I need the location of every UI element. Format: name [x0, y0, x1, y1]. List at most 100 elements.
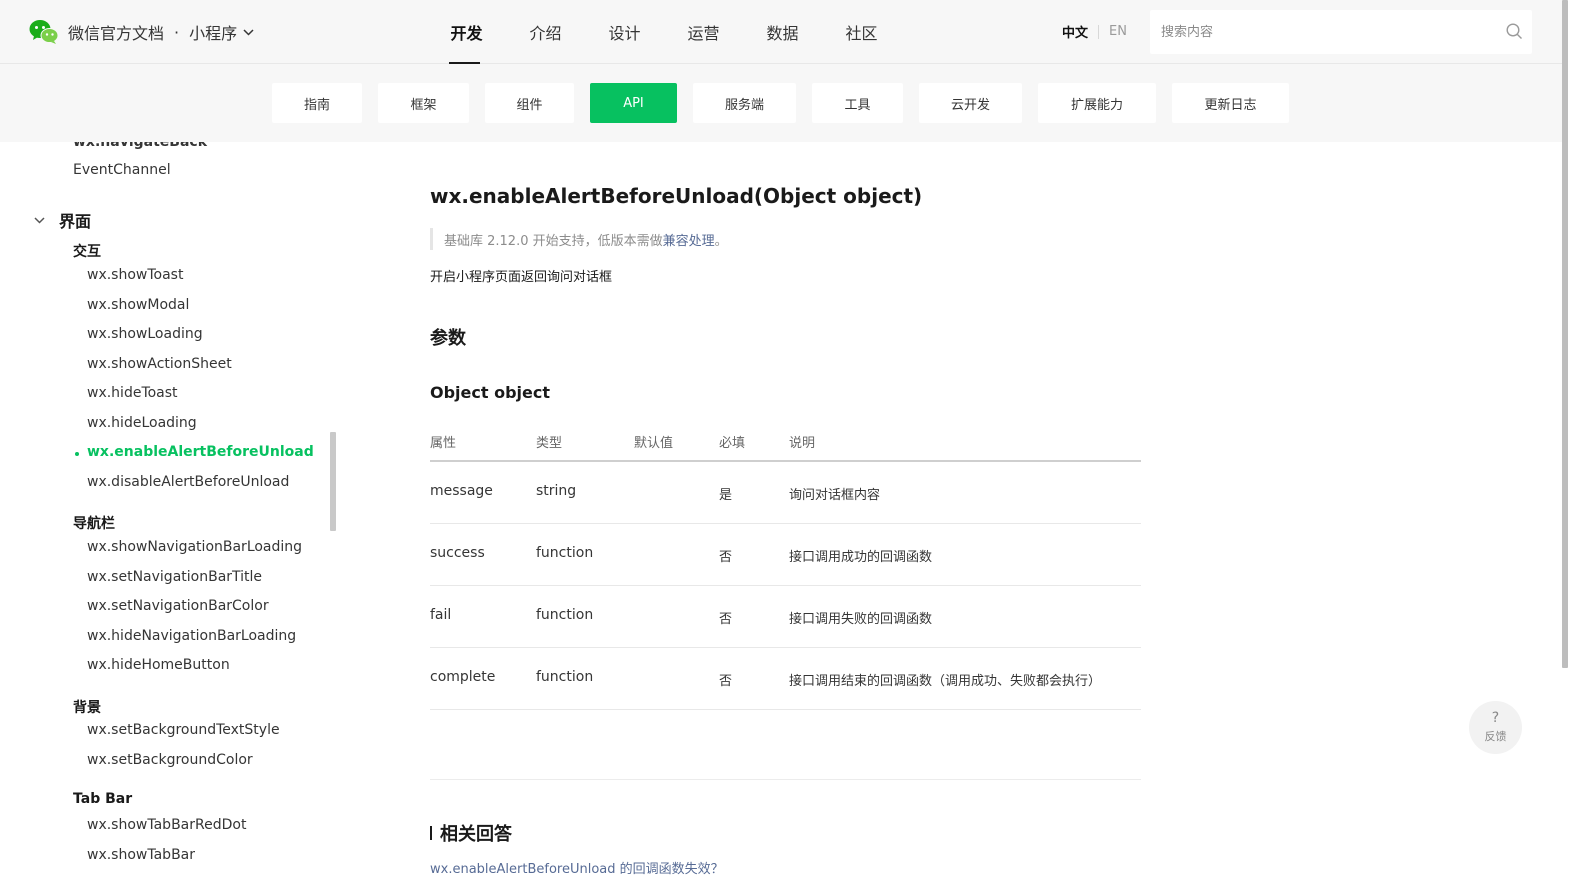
brand[interactable]: 微信官方文档 · 小程序 — [29, 18, 254, 46]
sidebar-scrollbar[interactable] — [330, 432, 336, 531]
nav-data[interactable]: 数据 — [743, 0, 822, 64]
sidebar-item-navigate-back[interactable]: wx.navigateBack — [73, 142, 207, 150]
heading-marker — [430, 826, 432, 840]
version-note-end: 。 — [714, 233, 728, 249]
sidebar-item-hide-loading[interactable]: wx.hideLoading — [87, 415, 197, 431]
question-icon: ? — [1491, 710, 1500, 726]
cell-name: fail — [430, 607, 452, 623]
nav-develop[interactable]: 开发 — [427, 0, 506, 64]
cell-required: 是 — [719, 488, 733, 503]
version-note: 基础库 2.12.0 开始支持，低版本需做 兼容处理 。 — [430, 228, 728, 250]
tab-changelog[interactable]: 更新日志 — [1172, 83, 1289, 123]
cell-type: string — [536, 483, 577, 499]
chevron-down-icon — [243, 28, 254, 36]
object-heading: Object object — [430, 383, 551, 402]
table-row: complete function 否 接口调用结束的回调函数（调用成功、失败都… — [430, 648, 1141, 710]
table-row: fail function 否 接口调用失败的回调函数 — [430, 586, 1141, 648]
related-heading: 相关回答 — [430, 820, 512, 846]
sidebar-item-set-nav-bar-color[interactable]: wx.setNavigationBarColor — [87, 598, 269, 614]
sidebar-item-set-nav-bar-title[interactable]: wx.setNavigationBarTitle — [87, 569, 262, 585]
header-required: 必填 — [719, 436, 746, 451]
version-note-text: 基础库 2.12.0 开始支持，低版本需做 — [444, 233, 663, 249]
nav-community[interactable]: 社区 — [822, 0, 901, 64]
sidebar-section-label: 界面 — [59, 212, 92, 231]
params-table: 属性 类型 默认值 必填 说明 message string 是 询问对话框内容… — [430, 422, 1141, 710]
sidebar-item-show-action-sheet[interactable]: wx.showActionSheet — [87, 356, 232, 372]
sidebar-item-show-tab-bar-red-dot[interactable]: wx.showTabBarRedDot — [87, 817, 246, 833]
cell-required: 否 — [719, 550, 733, 565]
tab-extensions[interactable]: 扩展能力 — [1038, 83, 1156, 123]
product-label: 小程序 — [189, 24, 238, 43]
feedback-button[interactable]: ? 反馈 — [1469, 701, 1522, 754]
sidebar-item-enable-alert-before-unload[interactable]: wx.enableAlertBeforeUnload — [87, 444, 314, 460]
section-divider — [430, 779, 1141, 780]
nav-design[interactable]: 设计 — [585, 0, 664, 64]
sidebar: wx.navigateBack EventChannel 界面 交互 wx.sh… — [0, 142, 337, 882]
cell-required: 否 — [719, 674, 733, 689]
sidebar-group-navbar: 导航栏 — [73, 516, 115, 532]
search-icon[interactable] — [1506, 23, 1523, 40]
sidebar-item-disable-alert-before-unload[interactable]: wx.disableAlertBeforeUnload — [87, 474, 289, 490]
tab-components[interactable]: 组件 — [485, 83, 574, 123]
search-input[interactable] — [1159, 12, 1489, 52]
cell-type: function — [536, 607, 594, 623]
cell-description: 接口调用成功的回调函数 — [789, 550, 933, 565]
cell-description: 接口调用结束的回调函数（调用成功、失败都会执行） — [789, 674, 1102, 689]
sidebar-item-show-modal[interactable]: wx.showModal — [87, 297, 189, 313]
brand-separator: · — [174, 22, 180, 42]
compat-link[interactable]: 兼容处理 — [663, 230, 715, 249]
tab-guide[interactable]: 指南 — [272, 83, 362, 123]
sidebar-item-show-tab-bar[interactable]: wx.showTabBar — [87, 847, 195, 863]
table-row: success function 否 接口调用成功的回调函数 — [430, 524, 1141, 586]
sidebar-item-set-bg-text-style[interactable]: wx.setBackgroundTextStyle — [87, 722, 280, 738]
active-bullet — [75, 452, 79, 456]
api-description: 开启小程序页面返回询问对话框 — [430, 270, 613, 285]
cell-description: 接口调用失败的回调函数 — [789, 612, 933, 627]
main-content: wx.enableAlertBeforeUnload(Object object… — [430, 142, 1170, 882]
lang-zh[interactable]: 中文 — [1062, 22, 1088, 41]
lang-en[interactable]: EN — [1109, 24, 1127, 39]
sidebar-item-hide-nav-bar-loading[interactable]: wx.hideNavigationBarLoading — [87, 628, 296, 644]
brand-title: 微信官方文档 — [68, 24, 165, 43]
tab-cloud[interactable]: 云开发 — [919, 83, 1022, 123]
params-heading: 参数 — [430, 328, 466, 349]
cell-name: message — [430, 483, 493, 499]
header-default: 默认值 — [634, 436, 674, 451]
sidebar-section-ui[interactable]: 界面 — [34, 208, 91, 232]
language-switcher: 中文 EN — [1062, 22, 1127, 41]
related-answer-link[interactable]: wx.enableAlertBeforeUnload 的回调函数失效？ — [430, 858, 724, 877]
sidebar-item-hide-toast[interactable]: wx.hideToast — [87, 385, 178, 401]
sidebar-item-show-loading[interactable]: wx.showLoading — [87, 326, 203, 342]
product-switcher[interactable]: 小程序 — [189, 20, 254, 44]
sidebar-group-background: 背景 — [73, 700, 101, 716]
header-type: 类型 — [536, 436, 563, 451]
tab-api[interactable]: API — [590, 83, 677, 123]
cell-type: function — [536, 545, 594, 561]
page-scrollbar[interactable] — [1562, 0, 1568, 668]
wechat-logo-icon — [29, 20, 59, 44]
cell-name: success — [430, 545, 485, 561]
search-box — [1150, 10, 1532, 54]
lang-divider — [1098, 24, 1100, 39]
header-property: 属性 — [430, 436, 457, 451]
sidebar-item-hide-home-button[interactable]: wx.hideHomeButton — [87, 657, 230, 673]
cell-required: 否 — [719, 612, 733, 627]
nav-intro[interactable]: 介绍 — [506, 0, 585, 64]
cell-name: complete — [430, 669, 496, 685]
cell-description: 询问对话框内容 — [789, 488, 881, 503]
sidebar-group-tabbar: Tab Bar — [73, 791, 133, 807]
tab-framework[interactable]: 框架 — [378, 83, 469, 123]
sidebar-item-event-channel[interactable]: EventChannel — [73, 162, 171, 178]
tab-server[interactable]: 服务端 — [693, 83, 796, 123]
cell-type: function — [536, 669, 594, 685]
header-description: 说明 — [789, 436, 816, 451]
feedback-label: 反馈 — [1484, 730, 1507, 743]
sidebar-item-show-nav-bar-loading[interactable]: wx.showNavigationBarLoading — [87, 539, 302, 555]
nav-operation[interactable]: 运营 — [664, 0, 743, 64]
table-header: 属性 类型 默认值 必填 说明 — [430, 422, 1141, 462]
top-header: 微信官方文档 · 小程序 开发 介绍 设计 运营 数据 社区 中文 EN — [0, 0, 1568, 64]
sidebar-item-show-toast[interactable]: wx.showToast — [87, 267, 183, 283]
sidebar-item-set-bg-color[interactable]: wx.setBackgroundColor — [87, 752, 253, 768]
sidebar-group-interaction: 交互 — [73, 244, 101, 260]
tab-tools[interactable]: 工具 — [812, 83, 903, 123]
